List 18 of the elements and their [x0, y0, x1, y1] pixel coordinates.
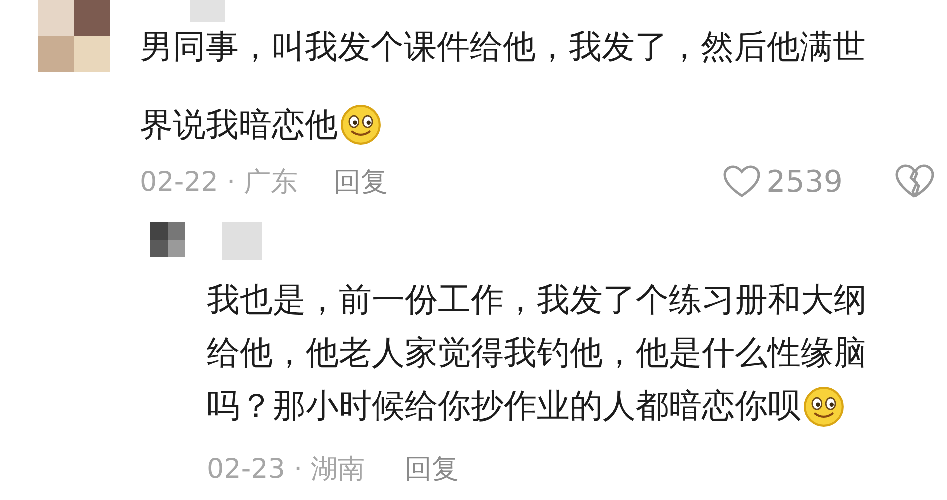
avatar-mosaic: [150, 222, 185, 257]
comment-text: 男同事，叫我发个课件给他，我发了，然后他满世: [140, 26, 866, 68]
avatar-mosaic: [38, 0, 110, 72]
comment-text: 界说我暗恋他: [140, 104, 338, 146]
smiley-emoji-icon: [803, 386, 845, 428]
reply-text: 给他，他老人家觉得我钓他，他是什么性缘脑: [207, 332, 867, 374]
username-mosaic: [222, 222, 262, 260]
reply-text: 我也是，前一份工作，我发了个练习册和大纲: [207, 279, 867, 321]
reply-link[interactable]: 回复: [405, 451, 460, 487]
like-count: 2539: [766, 164, 843, 200]
broken-heart-icon[interactable]: [895, 164, 935, 200]
username-mosaic: [190, 0, 225, 22]
smiley-emoji-icon: [340, 104, 382, 146]
reply-link[interactable]: 回复: [334, 164, 388, 200]
heart-icon[interactable]: [722, 165, 761, 199]
reply-text: 吗？那小时候给你抄作业的人都暗恋你呗: [207, 385, 801, 427]
comment-date-location: 02-22 · 广东: [140, 166, 298, 200]
reply-date-location: 02-23 · 湖南: [207, 453, 366, 487]
